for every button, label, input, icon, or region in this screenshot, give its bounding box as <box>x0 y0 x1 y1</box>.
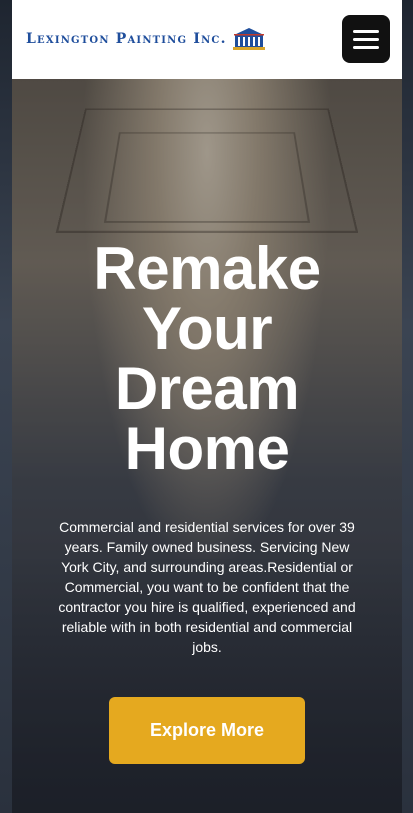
hero-title-line: Home <box>124 415 290 482</box>
hamburger-menu-icon <box>353 29 379 33</box>
hero-section: Remake Your Dream Home Commercial and re… <box>12 79 402 813</box>
logo[interactable]: Lexington Painting Inc. <box>26 26 267 52</box>
hamburger-menu-icon <box>353 45 379 49</box>
logo-text: Lexington Painting Inc. <box>26 31 227 47</box>
background-edge-right <box>402 0 413 813</box>
hero-title-line: Remake <box>93 235 321 302</box>
site-header: Lexington Painting Inc. <box>12 0 402 79</box>
hero-title-line: Dream <box>114 355 300 422</box>
background-edge-left <box>0 0 12 813</box>
hero-description: Commercial and residential services for … <box>58 519 356 655</box>
hero-title: Remake Your Dream Home <box>12 239 402 479</box>
building-logo-icon <box>232 28 265 50</box>
hero-title-line: Your <box>141 295 273 362</box>
explore-more-button[interactable]: Explore More <box>109 697 305 764</box>
menu-button[interactable] <box>342 15 390 63</box>
hamburger-menu-icon <box>353 37 379 41</box>
